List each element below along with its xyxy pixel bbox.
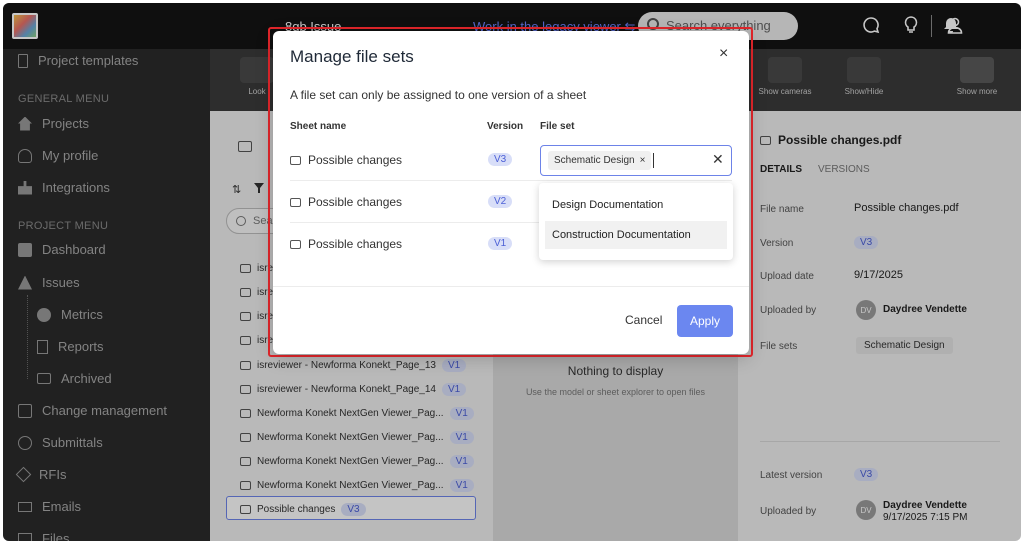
- selected-file-set-tag: Schematic Design ×: [548, 151, 652, 170]
- sheet-name-label: Possible changes: [308, 195, 403, 209]
- text-caret: [653, 153, 654, 168]
- folder-icon: [290, 239, 301, 249]
- manage-file-sets-dialog: Manage file sets × A file set can only b…: [273, 31, 749, 354]
- close-icon[interactable]: ×: [719, 45, 728, 63]
- folder-icon: [290, 197, 301, 207]
- folder-icon: [290, 155, 301, 165]
- dialog-title: Manage file sets: [290, 47, 414, 66]
- file-set-dropdown: Design Documentation Construction Docume…: [539, 183, 733, 260]
- column-header-version: Version: [487, 121, 524, 132]
- screenshot-frame: 8gb Issue Work in the legacy viewer ⇆ Se…: [0, 0, 1024, 544]
- sheet-name-label: Possible changes: [308, 237, 403, 251]
- dialog-description: A file set can only be assigned to one v…: [290, 88, 587, 102]
- column-header-sheet-name: Sheet name: [290, 121, 347, 132]
- sheet-name-cell: Possible changes: [290, 153, 402, 167]
- version-badge: V1: [488, 237, 513, 250]
- version-badge: V3: [488, 153, 513, 166]
- file-set-select[interactable]: Schematic Design × ✕: [540, 145, 732, 176]
- column-header-file-set: File set: [540, 121, 575, 132]
- remove-tag-icon[interactable]: ×: [640, 155, 646, 166]
- selected-file-set-label: Schematic Design: [554, 155, 635, 166]
- version-badge: V2: [488, 195, 513, 208]
- sheet-name-label: Possible changes: [308, 153, 403, 167]
- dropdown-option-construction-documentation[interactable]: Construction Documentation: [545, 221, 727, 249]
- clear-selection-icon[interactable]: ✕: [712, 151, 724, 168]
- dialog-footer-divider: [273, 286, 749, 287]
- cancel-button[interactable]: Cancel: [625, 313, 662, 327]
- sheet-name-cell: Possible changes: [290, 237, 402, 251]
- apply-button[interactable]: Apply: [677, 305, 733, 337]
- sheet-name-cell: Possible changes: [290, 195, 402, 209]
- dropdown-option-design-documentation[interactable]: Design Documentation: [545, 191, 727, 219]
